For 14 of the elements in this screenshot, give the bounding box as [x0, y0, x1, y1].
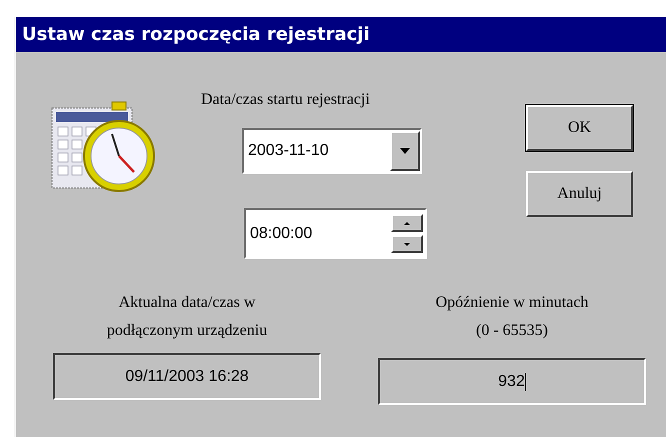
date-dropdown[interactable]: 2003-11-10 [242, 128, 422, 174]
delay-input-field[interactable]: 932 [378, 358, 646, 405]
up-arrow-icon [404, 222, 410, 224]
cancel-button[interactable]: Anuluj [526, 171, 633, 217]
device-time-field: 09/11/2003 16:28 [53, 353, 321, 400]
time-field[interactable]: 08:00:00 [244, 208, 427, 259]
field-label: Opóźnienie w minutach (0 - 65535) [436, 293, 588, 341]
spin-down-button[interactable] [391, 235, 423, 253]
field-label: Aktualna data/czas w podłączonym urządzeniu [106, 293, 268, 341]
down-arrow-icon [404, 242, 410, 246]
ok-button[interactable]: OK [526, 105, 633, 151]
window-title: Ustaw czas rozpoczęcia rejestracji [22, 24, 370, 45]
field-label: Data/czas startu rejestracji [201, 90, 370, 110]
spin-up-button[interactable] [391, 214, 423, 232]
